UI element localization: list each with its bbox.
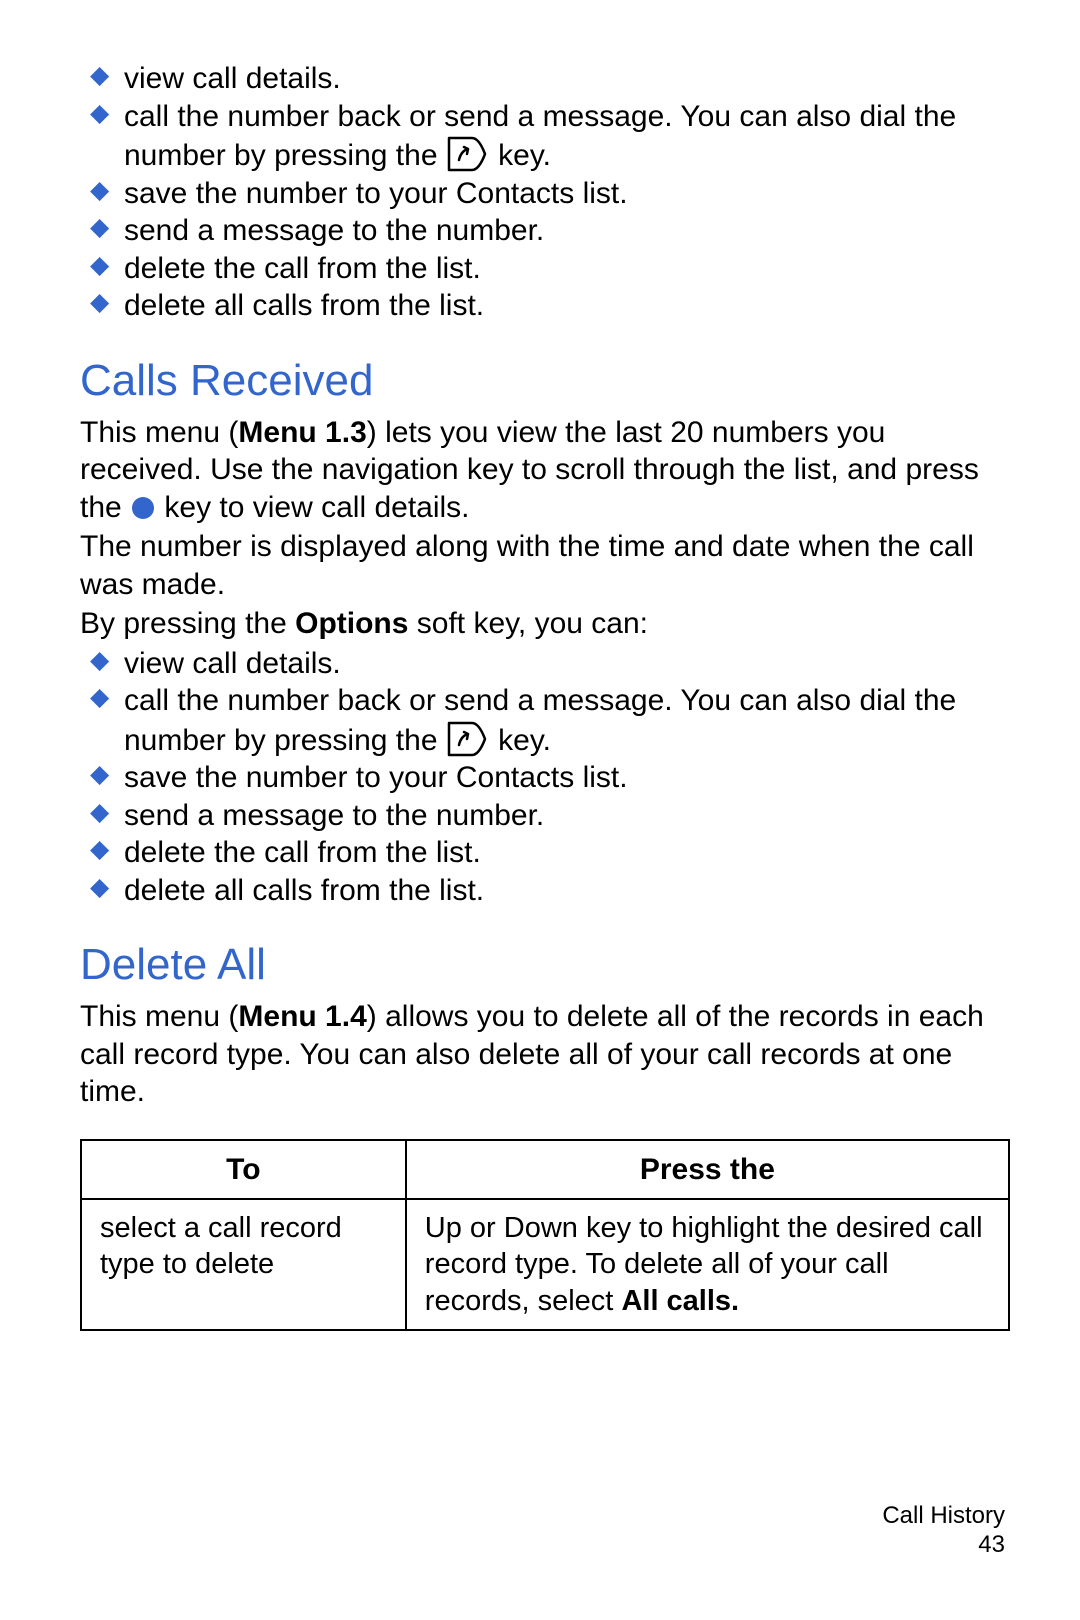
heading-calls-received: Calls Received xyxy=(80,353,1010,408)
options-list-calls-received: view call details.call the number back o… xyxy=(80,645,1010,910)
heading-delete-all: Delete All xyxy=(80,937,1010,992)
text: key to view call details. xyxy=(156,491,469,524)
list-item: call the number back or send a message. … xyxy=(90,98,1010,175)
list-item: delete all calls from the list. xyxy=(90,872,1010,910)
list-item: save the number to your Contacts list. xyxy=(90,175,1010,213)
table-header-to: To xyxy=(81,1140,406,1200)
ok-key-icon xyxy=(130,495,156,521)
text: soft key, you can: xyxy=(408,607,648,640)
delete-all-para: This menu (Menu 1.4) allows you to delet… xyxy=(80,998,1010,1111)
list-item: send a message to the number. xyxy=(90,797,1010,835)
list-item: send a message to the number. xyxy=(90,212,1010,250)
footer-section: Call History xyxy=(882,1502,1005,1531)
all-calls-bold: All calls. xyxy=(621,1285,739,1317)
list-item: view call details. xyxy=(90,645,1010,683)
footer-page: 43 xyxy=(882,1531,1005,1560)
table-row: select a call record type to delete Up o… xyxy=(81,1199,1009,1330)
list-item: delete the call from the list. xyxy=(90,250,1010,288)
list-item: call the number back or send a message. … xyxy=(90,682,1010,759)
options-softkey: Options xyxy=(295,607,408,640)
text: This menu ( xyxy=(80,1000,238,1033)
manual-page: view call details.call the number back o… xyxy=(0,0,1080,1620)
list-item: delete all calls from the list. xyxy=(90,287,1010,325)
list-item: save the number to your Contacts list. xyxy=(90,759,1010,797)
menu-ref: Menu 1.3 xyxy=(238,416,366,449)
list-item: delete the call from the list. xyxy=(90,834,1010,872)
table-cell-press: Up or Down key to highlight the desired … xyxy=(406,1199,1009,1330)
calls-received-para3: By pressing the Options soft key, you ca… xyxy=(80,605,1010,643)
menu-ref: Menu 1.4 xyxy=(238,1000,366,1033)
table-header-press: Press the xyxy=(406,1140,1009,1200)
table-cell-to: select a call record type to delete xyxy=(81,1199,406,1330)
page-footer: Call History 43 xyxy=(882,1502,1005,1560)
send-key-icon xyxy=(446,720,490,758)
delete-all-table: To Press the select a call record type t… xyxy=(80,1139,1010,1331)
calls-received-para1: This menu (Menu 1.3) lets you view the l… xyxy=(80,414,1010,527)
calls-received-para2: The number is displayed along with the t… xyxy=(80,528,1010,603)
options-list-top: view call details.call the number back o… xyxy=(80,60,1010,325)
text: By pressing the xyxy=(80,607,295,640)
text: This menu ( xyxy=(80,416,238,449)
list-item: view call details. xyxy=(90,60,1010,98)
send-key-icon xyxy=(446,135,490,173)
